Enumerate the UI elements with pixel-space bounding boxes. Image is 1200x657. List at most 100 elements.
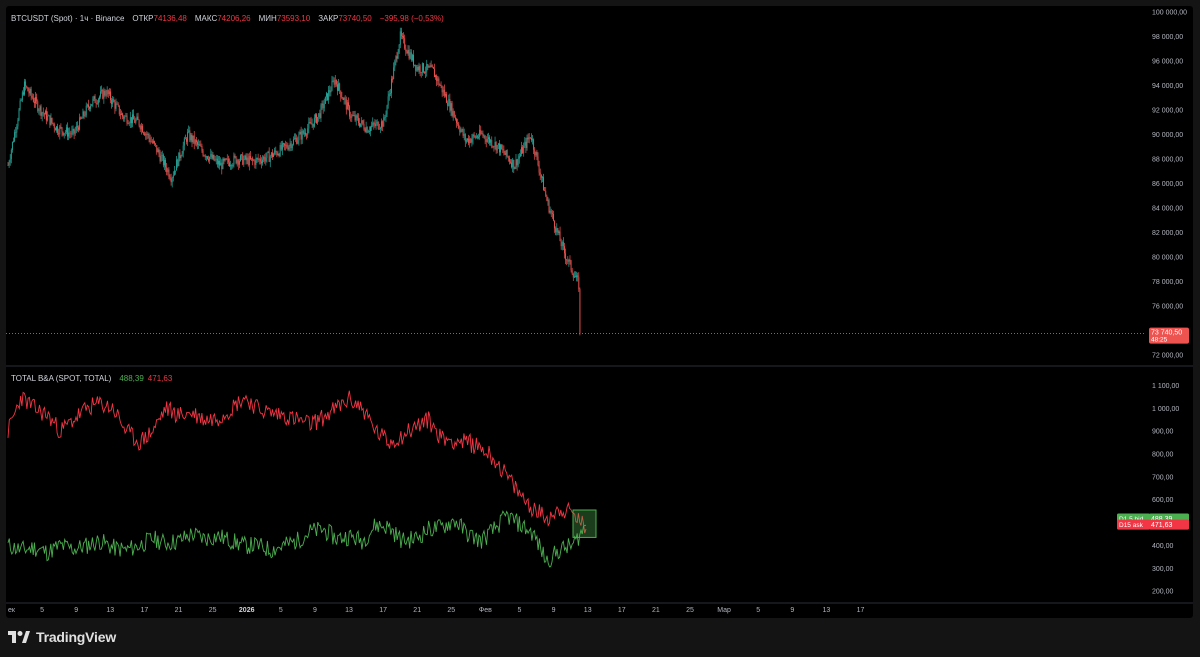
price-candle (327, 93, 329, 100)
price-candle (204, 155, 206, 158)
price-candle (398, 44, 400, 53)
price-axis-tick: 86 000,00 (1152, 181, 1183, 188)
price-candle (297, 140, 299, 144)
price-candle (43, 113, 45, 115)
price-candle (119, 114, 121, 116)
price-candle (89, 107, 90, 109)
price-candle (133, 114, 135, 120)
price-candle (255, 158, 257, 165)
price-candle (274, 150, 276, 155)
price-candle (393, 67, 395, 80)
price-candle (421, 63, 423, 73)
price-candle (330, 90, 332, 93)
price-candle (159, 154, 161, 162)
price-candle (132, 114, 133, 124)
time-axis-tick: 13 (584, 607, 592, 614)
price-candle (417, 66, 419, 71)
price-candle (91, 104, 93, 106)
price-candle (530, 138, 532, 141)
price-candle (113, 98, 115, 102)
price-candle (518, 156, 520, 159)
time-axis-tick: 25 (686, 607, 694, 614)
time-axis-tick: 21 (413, 607, 421, 614)
price-candle (307, 128, 309, 135)
price-candle (575, 276, 576, 278)
price-candle (31, 95, 33, 98)
time-axis-tick: 17 (857, 607, 865, 614)
price-candle (17, 120, 19, 127)
price-candle (435, 75, 436, 78)
price-candle (335, 79, 337, 85)
price-candle (165, 159, 167, 168)
price-candle (145, 133, 147, 136)
time-axis-tick: 5 (518, 607, 522, 614)
price-candle (560, 241, 562, 247)
price-candle (200, 145, 202, 147)
indicator-series-bid (7, 510, 586, 568)
price-candle (54, 128, 56, 131)
price-candle (442, 89, 444, 93)
symbol-label[interactable]: BTCUSDT (Spot) · 1ч · Binance (11, 14, 124, 23)
price-candle (175, 170, 176, 172)
price-candle (262, 159, 263, 164)
price-candle (179, 152, 181, 159)
price-candle (405, 48, 407, 52)
price-candle (342, 98, 344, 101)
price-candle (121, 113, 122, 115)
price-candle (370, 127, 371, 132)
price-candle (453, 111, 455, 118)
price-candle (69, 132, 71, 134)
price-candle (420, 72, 422, 73)
price-candle (548, 200, 550, 213)
price-candle (535, 151, 537, 156)
price-axis-tick: 80 000,00 (1152, 254, 1183, 261)
price-candle (331, 81, 333, 91)
price-candle (245, 155, 247, 161)
price-candle (464, 134, 466, 142)
indicator-title[interactable]: TOTAL B&A (SPOT, TOTAL) (11, 374, 111, 383)
time-axis-tick: 25 (447, 607, 455, 614)
price-candle (322, 103, 324, 109)
price-candle (345, 99, 347, 110)
price-candle (428, 66, 430, 68)
price-candle (105, 94, 107, 96)
price-candle (502, 149, 504, 150)
price-candle (510, 161, 511, 163)
price-candle (483, 135, 485, 137)
price-candle (135, 119, 137, 123)
price-candle (90, 105, 92, 109)
price-candle (371, 125, 373, 128)
price-candle (359, 123, 360, 127)
price-candle (354, 115, 356, 121)
price-candle (139, 125, 141, 130)
price-candle (130, 117, 132, 124)
price-candle (505, 150, 507, 155)
price-candle (314, 114, 316, 118)
price-candle (306, 134, 308, 136)
price-candle (437, 78, 439, 82)
price-candle (253, 160, 255, 162)
price-candle (94, 96, 96, 103)
price-candle (136, 116, 138, 120)
price-candle (392, 78, 394, 80)
price-candle (525, 141, 527, 148)
price-candle (310, 122, 312, 125)
price-candle (188, 130, 190, 132)
price-candle (192, 135, 194, 143)
time-axis-tick: 9 (74, 607, 78, 614)
price-candle (82, 111, 84, 119)
chart-area[interactable]: 100 000,00 98 000,00 96 000,00 94 000,00 92 … (6, 6, 1193, 618)
price-candle (543, 177, 544, 191)
tradingview-logo[interactable]: TradingView (8, 629, 116, 645)
price-candle (171, 178, 173, 183)
chart-canvas[interactable]: 100 000,00 98 000,00 96 000,00 94 000,00 92 … (6, 6, 1193, 618)
price-candle (161, 155, 163, 156)
indicator-axis-tick: 600,00 (1152, 497, 1174, 504)
price-candle (173, 170, 175, 176)
price-candle (79, 117, 81, 130)
price-candle (60, 126, 62, 128)
price-axis-tick: 82 000,00 (1152, 230, 1183, 237)
price-candle (156, 144, 158, 153)
price-candle (99, 96, 100, 100)
price-candle (167, 169, 169, 173)
